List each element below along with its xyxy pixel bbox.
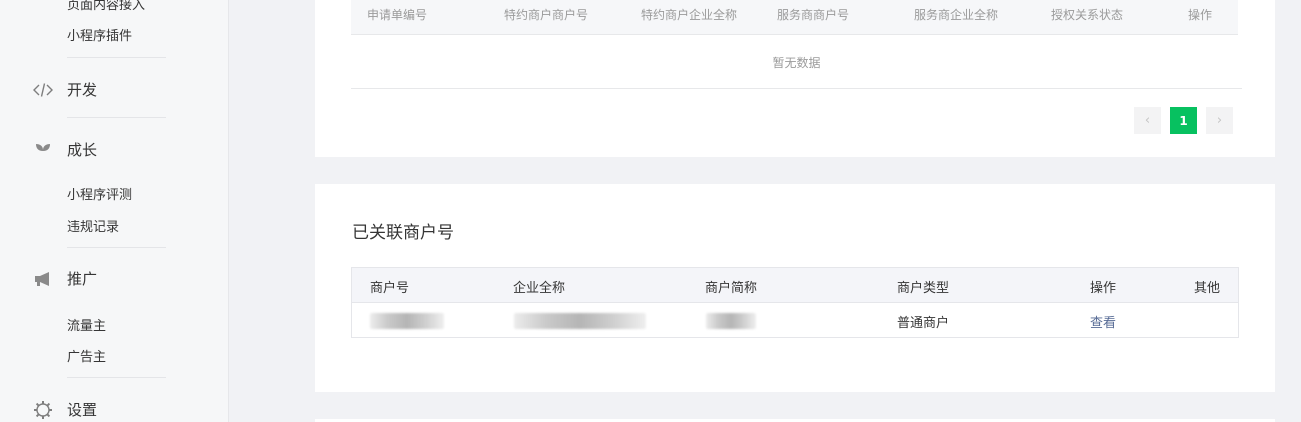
sidebar-nav: 页面内容接入 小程序插件 开发 成长 小程序评测 违规记录 推广 流量主 广告主… (0, 0, 229, 422)
sidebar-growth-label: 成长 (67, 141, 98, 159)
view-link[interactable]: 查看 (1090, 312, 1116, 331)
merchant-type-cell: 普通商户 (897, 316, 950, 331)
empty-state-row: 暂无数据 (351, 35, 1242, 89)
table-header: 商户号 企业全称 商户简称 商户类型 操作 其他 (352, 268, 1238, 303)
column-header: 服务商商户号 (777, 8, 850, 22)
column-header: 服务商企业全称 (914, 8, 999, 22)
code-icon (33, 80, 53, 100)
sidebar-divider (67, 57, 166, 58)
sidebar-item-growth[interactable]: 成长 (33, 139, 97, 160)
prev-page-button[interactable]: ‹ (1134, 107, 1161, 134)
column-header: 企业全称 (513, 281, 566, 296)
sidebar-item-plugins[interactable]: 小程序插件 (67, 25, 132, 44)
redacted-merchant-id (370, 313, 444, 329)
column-header: 商户类型 (897, 281, 950, 296)
sidebar-settings-label: 设置 (67, 401, 98, 419)
linked-merchants-panel: 已关联商户号 商户号 企业全称 商户简称 商户类型 操作 其他 普通商户 查看 (315, 184, 1275, 392)
column-header: 特约商户商户号 (504, 8, 589, 22)
column-header: 其他 (1194, 281, 1221, 296)
column-header: 操作 (1188, 8, 1213, 22)
column-header: 商户号 (370, 281, 410, 296)
sidebar-divider (67, 117, 166, 118)
sidebar-promotion-label: 推广 (67, 270, 98, 288)
column-header: 申请单编号 (367, 8, 428, 22)
sidebar-item-develop[interactable]: 开发 (33, 79, 97, 100)
sprout-icon (33, 140, 53, 160)
redacted-short-name (706, 313, 756, 329)
column-header: 商户简称 (705, 281, 758, 296)
sidebar-divider (67, 377, 166, 378)
redacted-company-name (514, 313, 646, 329)
column-header: 操作 (1090, 281, 1117, 296)
sidebar-item-traffic-owner[interactable]: 流量主 (67, 315, 106, 334)
sidebar-develop-label: 开发 (67, 81, 98, 99)
megaphone-icon (33, 269, 53, 289)
sidebar-divider (67, 247, 166, 248)
empty-state-text: 暂无数据 (772, 56, 821, 70)
gear-icon (33, 400, 53, 420)
column-header: 特约商户企业全称 (641, 8, 738, 22)
table-row: 普通商户 查看 (352, 303, 1238, 337)
authorization-table-header: 申请单编号 特约商户商户号 特约商户企业全称 服务商商户号 服务商企业全称 授权… (351, 0, 1238, 35)
sidebar-item-promotion[interactable]: 推广 (33, 268, 97, 289)
page-number-current[interactable]: 1 (1170, 107, 1197, 134)
sidebar-item-advertiser[interactable]: 广告主 (67, 346, 106, 365)
sidebar-item-content-access[interactable]: 页面内容接入 (67, 0, 145, 13)
section-title: 已关联商户号 (352, 223, 454, 243)
next-page-button[interactable]: › (1206, 107, 1233, 134)
linked-merchants-table: 商户号 企业全称 商户简称 商户类型 操作 其他 普通商户 查看 (351, 267, 1239, 338)
column-header: 授权关系状态 (1051, 8, 1124, 22)
sidebar-item-settings[interactable]: 设置 (33, 399, 97, 420)
sidebar-item-violations[interactable]: 违规记录 (67, 216, 119, 235)
authorization-panel: 申请单编号 特约商户商户号 特约商户企业全称 服务商商户号 服务商企业全称 授权… (315, 0, 1275, 157)
sidebar-item-evaluation[interactable]: 小程序评测 (67, 184, 132, 203)
